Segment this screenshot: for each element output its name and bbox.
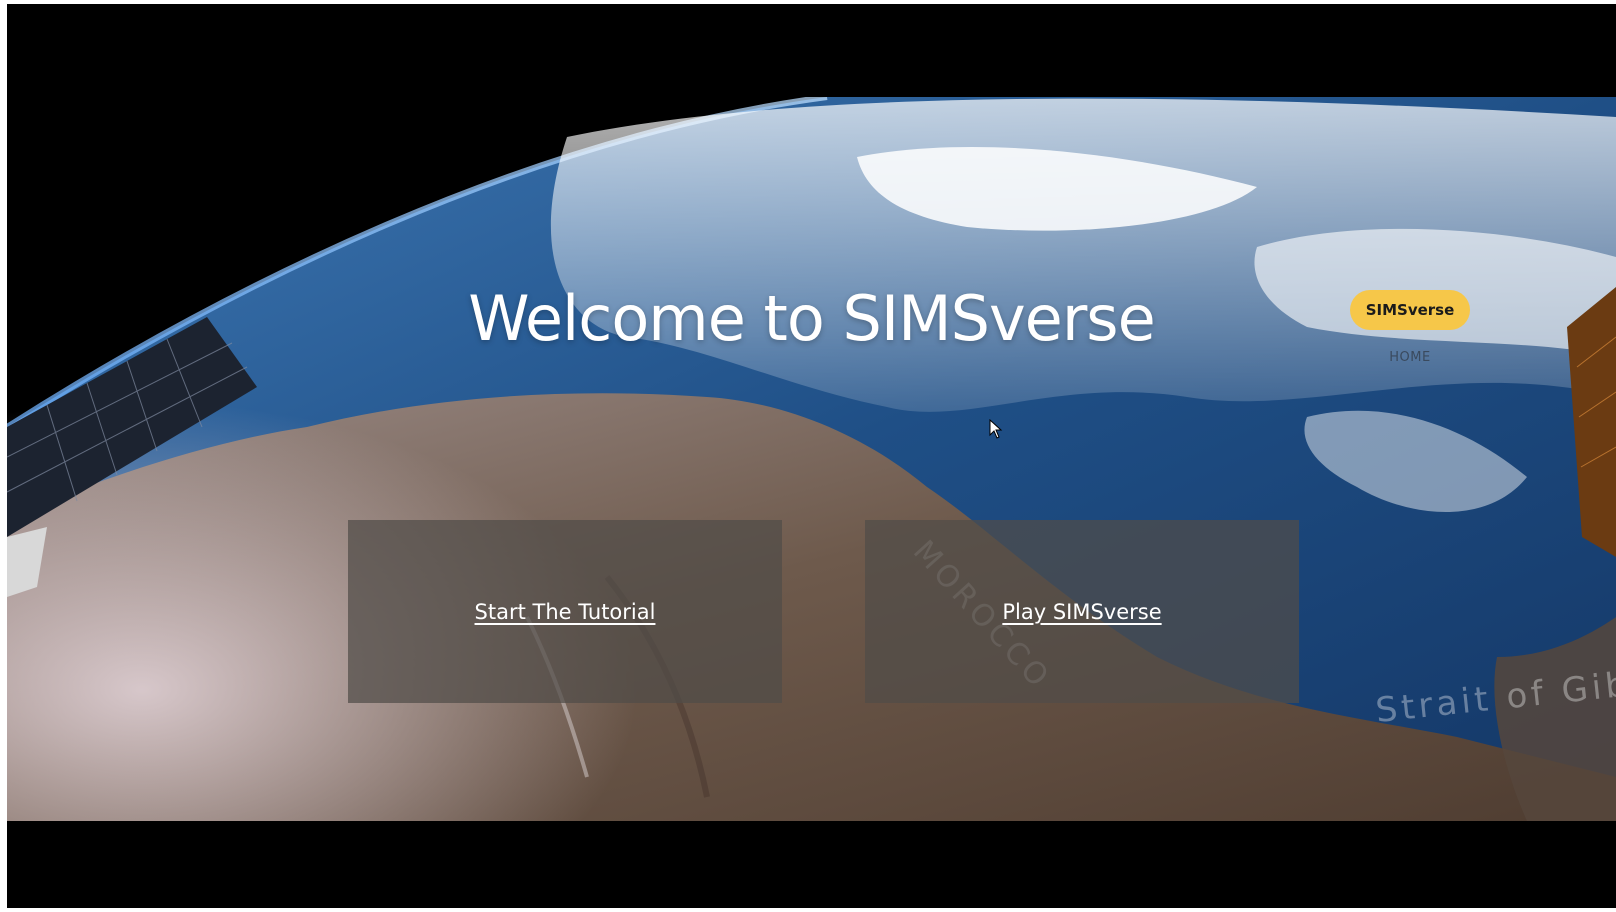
- play-card[interactable]: Play SIMSverse: [865, 520, 1299, 703]
- hero-section: MOROCCOStrait of Gib Welcome to SIMSvers…: [7, 97, 1616, 821]
- tutorial-card[interactable]: Start The Tutorial: [348, 520, 782, 703]
- nav-brand-button[interactable]: SIMSverse: [1350, 290, 1470, 330]
- earth-background-image: MOROCCOStrait of Gib: [7, 97, 1616, 821]
- play-simsverse-link[interactable]: Play SIMSverse: [1002, 600, 1161, 624]
- start-tutorial-link[interactable]: Start The Tutorial: [475, 600, 656, 624]
- mouse-pointer-icon: [989, 419, 1003, 439]
- nav-home-link[interactable]: HOME: [1350, 350, 1470, 365]
- video-frame: MOROCCOStrait of Gib Welcome to SIMSvers…: [7, 4, 1616, 908]
